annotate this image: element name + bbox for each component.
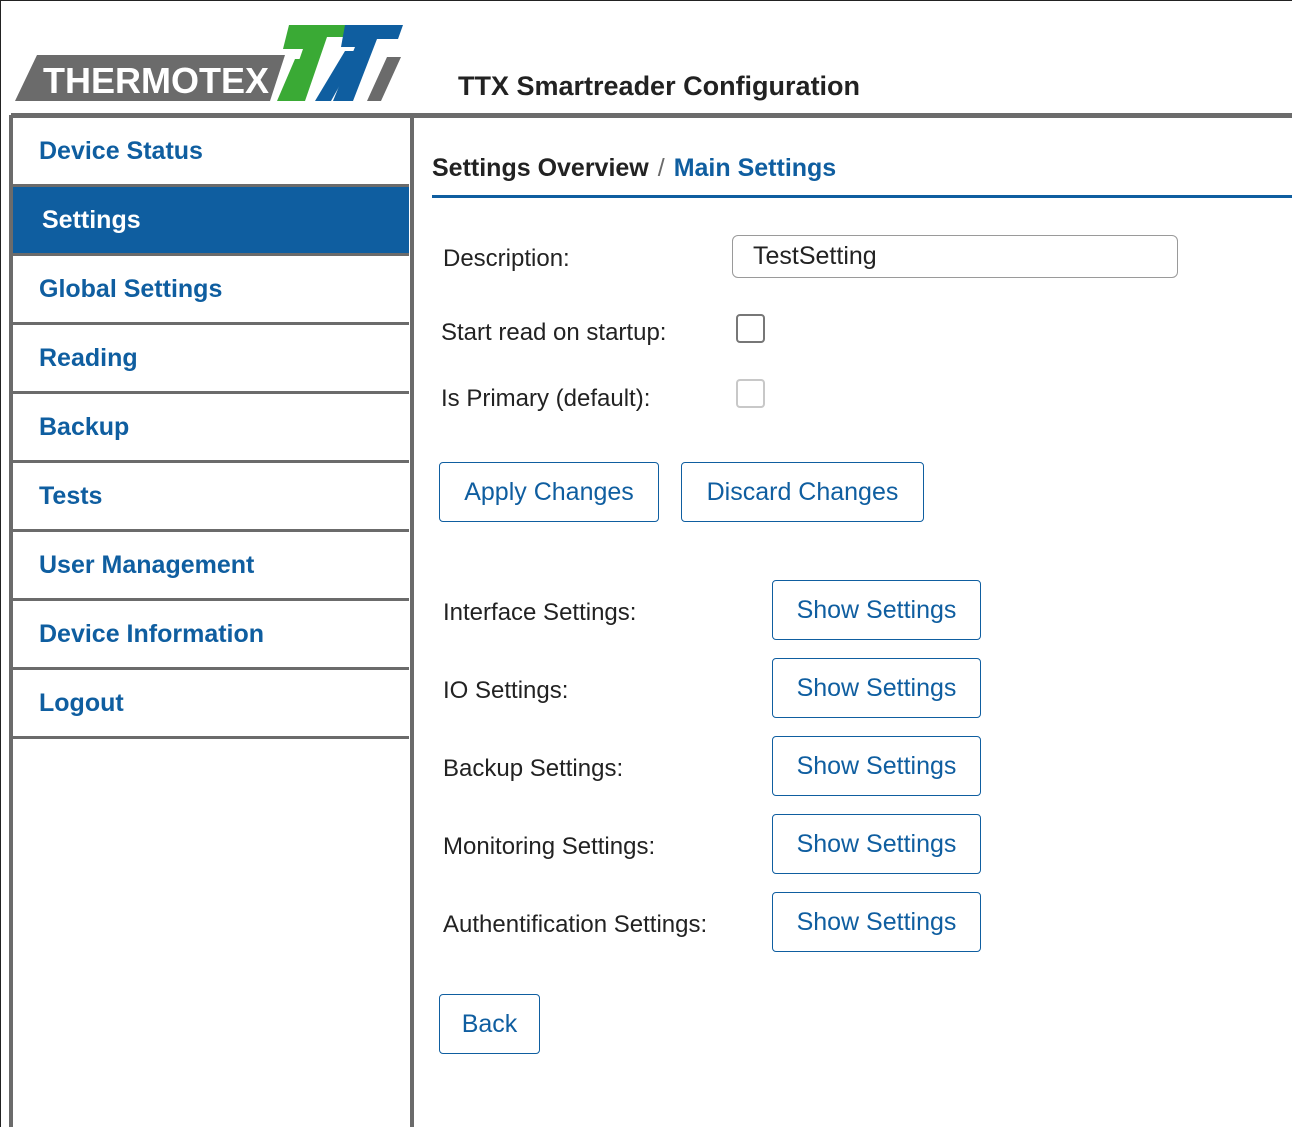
show-interface-settings-button[interactable]: Show Settings bbox=[772, 580, 981, 640]
app-window: THERMOTEX TTX Smartreader Configuration … bbox=[0, 0, 1292, 1127]
thermotex-logo: THERMOTEX bbox=[15, 25, 403, 101]
breadcrumb-main-settings: Main Settings bbox=[673, 154, 837, 182]
show-monitoring-settings-button[interactable]: Show Settings bbox=[772, 814, 981, 874]
breadcrumb-settings-overview[interactable]: Settings Overview bbox=[432, 154, 649, 182]
io-settings-label: IO Settings: bbox=[443, 677, 569, 704]
sidebar-item-logout[interactable]: Logout bbox=[13, 670, 409, 739]
main-content: Settings Overview / Main Settings Descript… bbox=[414, 118, 1292, 1127]
sidebar-item-device-information[interactable]: Device Information bbox=[13, 601, 409, 670]
app-title: TTX Smartreader Configuration bbox=[458, 71, 861, 101]
sidebar-item-tests[interactable]: Tests bbox=[13, 463, 409, 532]
description-input[interactable] bbox=[732, 235, 1178, 278]
sidebar-item-backup[interactable]: Backup bbox=[13, 394, 409, 463]
breadcrumb-separator: / bbox=[657, 154, 665, 182]
breadcrumb: Settings Overview / Main Settings bbox=[432, 154, 836, 183]
show-authentification-settings-button[interactable]: Show Settings bbox=[772, 892, 981, 952]
breadcrumb-underline bbox=[432, 195, 1292, 198]
interface-settings-label: Interface Settings: bbox=[443, 599, 637, 626]
authentification-settings-label: Authentification Settings: bbox=[443, 911, 708, 938]
logo-text: THERMOTEX bbox=[43, 60, 269, 101]
header: THERMOTEX TTX Smartreader Configuration bbox=[1, 1, 1292, 115]
discard-changes-button[interactable]: Discard Changes bbox=[681, 462, 924, 522]
sidebar-item-reading[interactable]: Reading bbox=[13, 325, 409, 394]
show-backup-settings-button[interactable]: Show Settings bbox=[772, 736, 981, 796]
sidebar-item-settings[interactable]: Settings bbox=[13, 187, 409, 256]
show-io-settings-button[interactable]: Show Settings bbox=[772, 658, 981, 718]
start-read-label: Start read on startup: bbox=[441, 319, 667, 346]
description-label: Description: bbox=[443, 245, 570, 272]
sidebar: Device Status Settings Global Settings R… bbox=[13, 118, 409, 739]
monitoring-settings-label: Monitoring Settings: bbox=[443, 833, 656, 860]
back-button[interactable]: Back bbox=[439, 994, 540, 1054]
apply-changes-button[interactable]: Apply Changes bbox=[439, 462, 659, 522]
sidebar-item-user-management[interactable]: User Management bbox=[13, 532, 409, 601]
start-read-checkbox[interactable] bbox=[736, 314, 765, 343]
is-primary-label: Is Primary (default): bbox=[441, 385, 651, 412]
is-primary-checkbox bbox=[736, 379, 765, 408]
sidebar-item-global-settings[interactable]: Global Settings bbox=[13, 256, 409, 325]
sidebar-item-device-status[interactable]: Device Status bbox=[13, 118, 409, 187]
backup-settings-label: Backup Settings: bbox=[443, 755, 624, 782]
